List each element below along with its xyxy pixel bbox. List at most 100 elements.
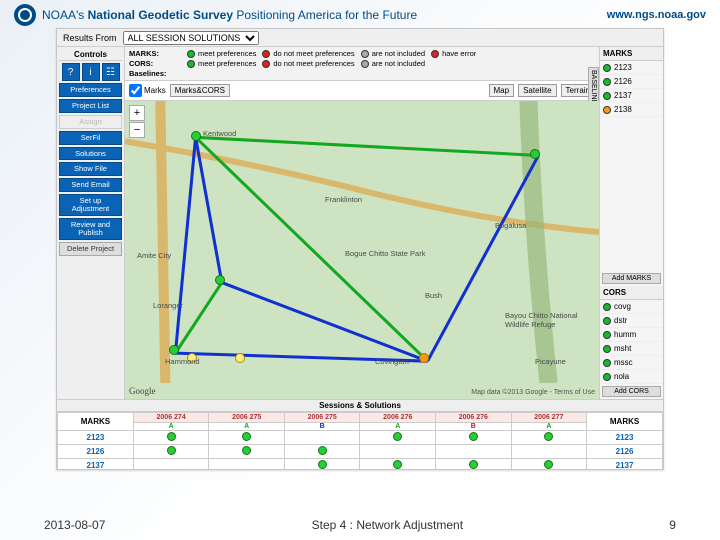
status-cell	[360, 459, 436, 470]
noaa-logo-icon	[14, 4, 36, 26]
dot-green-icon	[469, 432, 478, 441]
place-label: Bush	[425, 291, 442, 300]
place-label: Amite City	[137, 251, 171, 260]
map-cors[interactable]	[235, 353, 245, 363]
place-label: Hammond	[165, 357, 200, 366]
dot-green-icon	[603, 92, 611, 100]
google-logo: Google	[129, 386, 156, 396]
place-label: Loranger	[153, 301, 183, 310]
status-cell	[436, 459, 512, 470]
map-mode-satellite[interactable]: Satellite	[518, 84, 556, 97]
brand-bold: National Geodetic Survey	[88, 8, 233, 22]
dot-green-icon	[167, 432, 176, 441]
mark-row: 2126	[600, 75, 663, 89]
sidebar-show-file[interactable]: Show File	[59, 162, 122, 176]
marks-checkbox[interactable]: Marks	[129, 84, 166, 97]
sidebar-preferences[interactable]: Preferences	[59, 83, 122, 97]
dot-green-icon	[603, 317, 611, 325]
sidebar-serfil[interactable]: SerFil	[59, 131, 122, 145]
footer-page: 9	[669, 518, 676, 532]
map-mark[interactable]	[169, 345, 179, 355]
brand-text: NOAA's National Geodetic Survey Position…	[42, 8, 417, 22]
sidebar-delete-project[interactable]: Delete Project	[59, 242, 122, 256]
header: NOAA's National Geodetic Survey Position…	[0, 0, 720, 28]
mark-cell[interactable]: 2123	[58, 431, 134, 445]
legend-marks-label: MARKS:	[129, 49, 181, 58]
status-cell	[209, 445, 285, 459]
status-cell	[133, 431, 209, 445]
map-toolbar: Marks Marks&CORS Map Satellite Terrain	[125, 81, 599, 101]
dot-gray-icon	[361, 60, 369, 68]
dot-green-icon	[544, 432, 553, 441]
sessions-table: MARKS 2006 274 2006 275 2006 275 2006 27…	[57, 412, 663, 469]
map-mark[interactable]	[215, 275, 225, 285]
status-cell	[133, 459, 209, 470]
status-cell	[360, 431, 436, 445]
place-label: Kentwood	[203, 129, 236, 138]
map-mark[interactable]	[419, 353, 429, 363]
mark-cell[interactable]: 2137	[58, 459, 134, 470]
zoom-in-icon[interactable]: +	[129, 105, 145, 121]
dot-error-icon	[431, 50, 439, 58]
sidebar-review-publish[interactable]: Review and Publish	[59, 218, 122, 240]
results-bar: Results From ALL SESSION SOLUTIONS	[57, 29, 663, 47]
map-zoom-controls[interactable]: +−	[129, 105, 145, 138]
footer-title: Step 4 : Network Adjustment	[312, 518, 463, 532]
map-mark[interactable]	[530, 149, 540, 159]
mark-row: 2137	[600, 89, 663, 103]
dot-green-icon	[603, 64, 611, 72]
legend-baselines-label: Baselines:	[129, 69, 181, 78]
cors-row: covg	[600, 300, 663, 314]
status-cell	[284, 445, 360, 459]
place-label: Franklinton	[325, 195, 362, 204]
info-icon[interactable]: i	[82, 63, 100, 81]
map-terms: Map data ©2013 Google - Terms of Use	[471, 389, 595, 396]
sidebar-assign: Assign	[59, 115, 122, 129]
sidebar-send-email[interactable]: Send Email	[59, 178, 122, 192]
dot-green-icon	[603, 373, 611, 381]
status-cell	[511, 459, 587, 470]
results-select[interactable]: ALL SESSION SOLUTIONS	[123, 31, 259, 45]
cors-row: nola	[600, 370, 663, 384]
sidebar: Controls ? i ☷ Preferences Project List …	[57, 47, 125, 399]
dot-green-icon	[603, 345, 611, 353]
dot-gray-icon	[361, 50, 369, 58]
mark-cell[interactable]: 2123	[587, 431, 663, 445]
dot-green-icon	[393, 432, 402, 441]
sessions-title: Sessions & Solutions	[57, 400, 663, 412]
dot-green-icon	[318, 446, 327, 455]
footer: 2013-08-07 Step 4 : Network Adjustment 9	[0, 518, 720, 532]
sidebar-setup-adjustment[interactable]: Set up Adjustment	[59, 194, 122, 216]
map-mode-map[interactable]: Map	[489, 84, 515, 97]
help-icon[interactable]: ?	[62, 63, 80, 81]
mark-cell[interactable]: 2126	[587, 445, 663, 459]
map-canvas[interactable]: +− Kentwood Franklinton Bogalusa Bogue C…	[125, 101, 599, 399]
legend-bar: MARKS: meet preferences do not meet pref…	[125, 47, 599, 81]
dot-red-icon	[262, 50, 270, 58]
sidebar-solutions[interactable]: Solutions	[59, 147, 122, 161]
brand-tagline: Positioning America for the Future	[233, 8, 417, 22]
add-marks-button[interactable]: Add MARKS	[602, 273, 661, 284]
add-cors-button[interactable]: Add CORS	[602, 386, 661, 397]
site-url: www.ngs.noaa.gov	[607, 9, 706, 21]
marks-header: MARKS	[600, 47, 663, 61]
org-icon[interactable]: ☷	[102, 63, 120, 81]
results-label: Results From	[63, 33, 117, 43]
marks-cors-button[interactable]: Marks&CORS	[170, 84, 230, 97]
mark-cell[interactable]: 2126	[58, 445, 134, 459]
map-mark[interactable]	[191, 131, 201, 141]
dot-green-icon	[603, 78, 611, 86]
mark-cell[interactable]: 2137	[587, 459, 663, 470]
dot-green-icon	[603, 331, 611, 339]
status-cell	[284, 431, 360, 445]
dot-green-icon	[603, 303, 611, 311]
status-cell	[360, 445, 436, 459]
sidebar-project-list[interactable]: Project List	[59, 99, 122, 113]
sess-head-marks-r: MARKS	[587, 413, 663, 431]
zoom-out-icon[interactable]: −	[129, 122, 145, 138]
status-cell	[511, 431, 587, 445]
place-label: Picayune	[535, 357, 566, 366]
dot-green-icon	[187, 50, 195, 58]
dot-green-icon	[469, 460, 478, 469]
place-label: Covington	[375, 357, 409, 366]
